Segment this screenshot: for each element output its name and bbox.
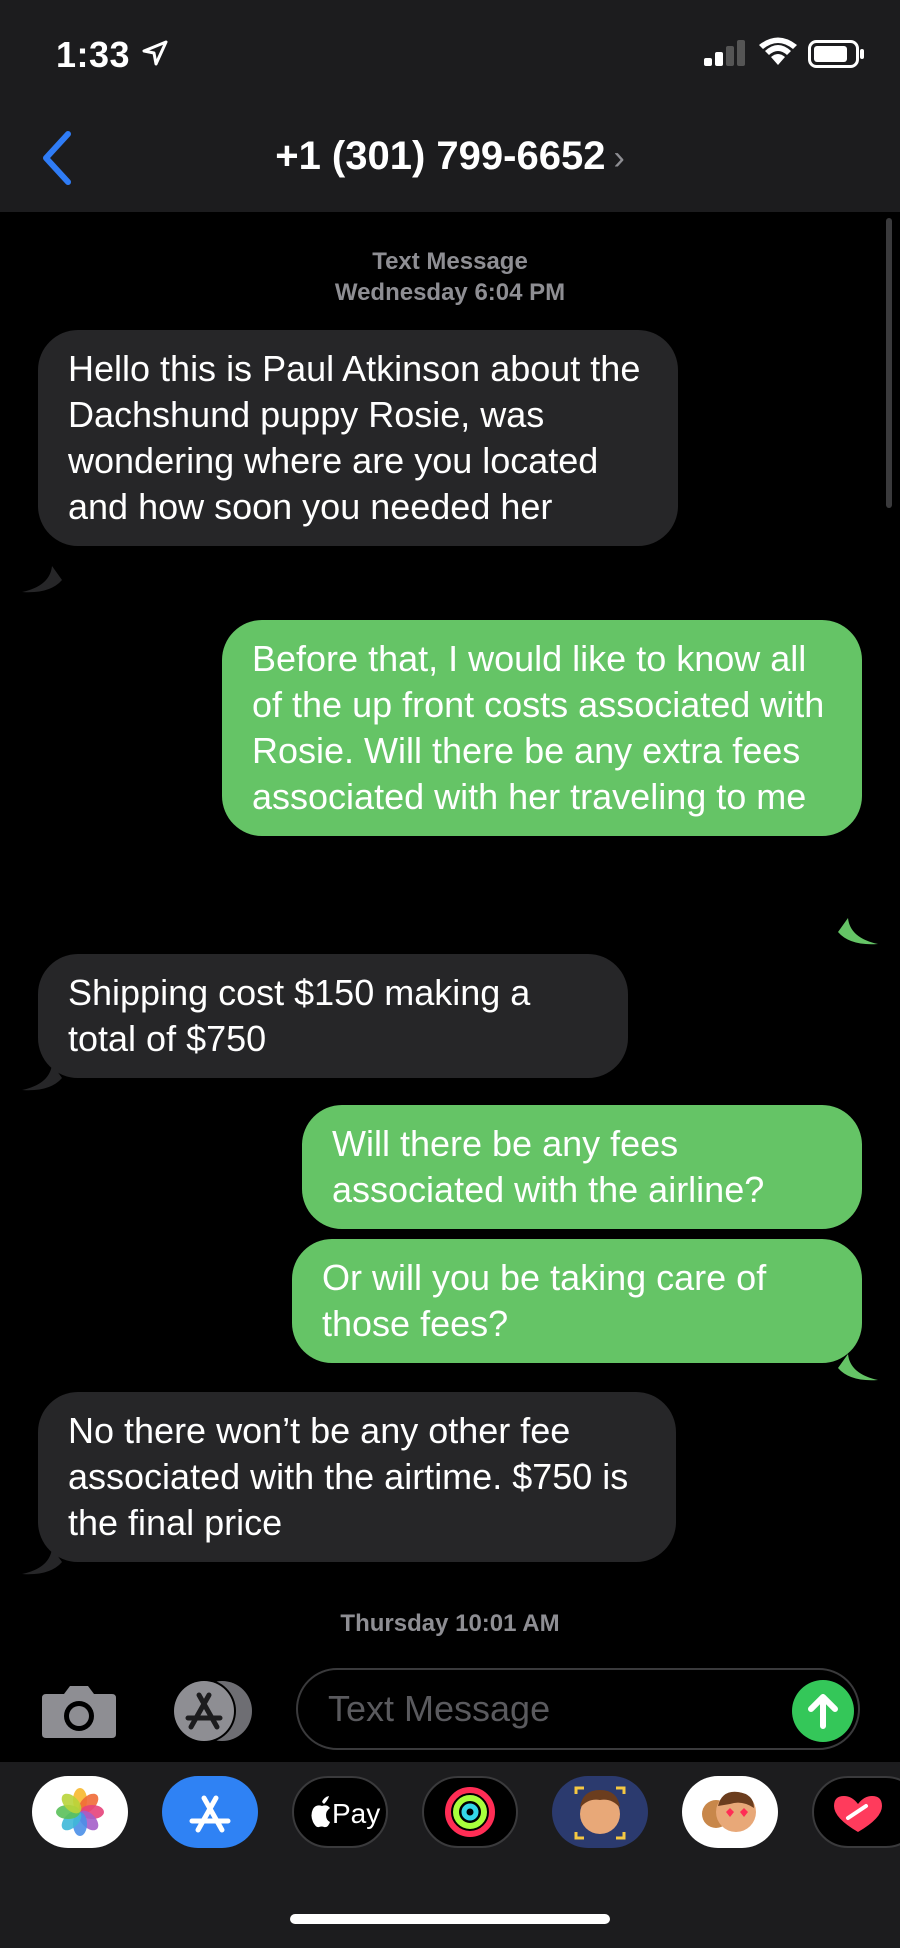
memoji-app-button[interactable] bbox=[552, 1776, 648, 1848]
conversation-header: +1 (301) 799-6652 › bbox=[0, 100, 900, 213]
send-arrow-icon bbox=[808, 1694, 838, 1729]
status-time: 1:33 bbox=[56, 34, 131, 75]
photos-icon bbox=[56, 1788, 104, 1836]
send-button[interactable] bbox=[792, 1680, 854, 1742]
bubble-tail bbox=[22, 566, 62, 593]
message-thread[interactable]: Text Message Wednesday 6:04 PM Hello thi… bbox=[0, 212, 900, 1662]
apple-pay-label: Pay bbox=[332, 1798, 381, 1829]
imessage-app-drawer: Pay bbox=[0, 1762, 900, 1948]
cellular-signal-icon bbox=[704, 40, 745, 66]
apple-pay-app-button[interactable]: Pay bbox=[292, 1776, 388, 1848]
activity-icon bbox=[445, 1787, 495, 1837]
home-indicator[interactable] bbox=[290, 1914, 610, 1924]
contact-name-button[interactable]: +1 (301) 799-6652 › bbox=[0, 134, 900, 179]
message-input-placeholder: Text Message bbox=[328, 1688, 551, 1729]
incoming-message[interactable]: No there won’t be any other fee associat… bbox=[38, 1392, 676, 1562]
digital-touch-app-button[interactable] bbox=[812, 1776, 900, 1848]
thread-service-label: Text Message bbox=[372, 248, 528, 275]
outgoing-message[interactable]: Before that, I would like to know all of… bbox=[222, 620, 862, 836]
photos-app-button[interactable] bbox=[32, 1776, 128, 1848]
app-store-app-button[interactable] bbox=[162, 1776, 258, 1848]
incoming-message[interactable]: Shipping cost $150 making a total of $75… bbox=[38, 954, 628, 1078]
location-arrow-icon bbox=[142, 40, 168, 66]
wifi-icon bbox=[759, 37, 797, 65]
outgoing-message[interactable]: Will there be any fees associated with t… bbox=[302, 1105, 862, 1229]
app-store-icon[interactable] bbox=[166, 1678, 256, 1744]
memoji-icon bbox=[574, 1786, 626, 1840]
thread-header: Text Message Wednesday 6:04 PM bbox=[0, 246, 900, 308]
camera-icon[interactable] bbox=[40, 1682, 118, 1740]
bubble-tail bbox=[22, 1548, 62, 1575]
digital-touch-icon bbox=[834, 1796, 882, 1832]
outgoing-message[interactable]: Or will you be taking care of those fees… bbox=[292, 1239, 862, 1363]
thread-timestamp: Wednesday 6:04 PM bbox=[334, 279, 566, 306]
composer-bar: Text Message bbox=[0, 1662, 900, 1762]
animoji-icon bbox=[702, 1791, 756, 1832]
battery-icon bbox=[808, 40, 864, 68]
bubble-tail bbox=[22, 1064, 62, 1091]
thread-timestamp: Thursday 10:01 AM bbox=[340, 1610, 560, 1637]
chevron-right-icon: › bbox=[613, 139, 625, 177]
incoming-message[interactable]: Hello this is Paul Atkinson about the Da… bbox=[38, 330, 678, 546]
bubble-tail bbox=[838, 1354, 878, 1381]
activity-app-button[interactable] bbox=[422, 1776, 518, 1848]
status-bar: 1:33 bbox=[0, 0, 900, 100]
contact-name: +1 (301) 799-6652 bbox=[275, 134, 606, 178]
app-store-icon bbox=[189, 1795, 231, 1833]
message-input[interactable]: Text Message bbox=[296, 1668, 860, 1750]
bubble-tail bbox=[838, 918, 878, 945]
animoji-app-button[interactable] bbox=[682, 1776, 778, 1848]
